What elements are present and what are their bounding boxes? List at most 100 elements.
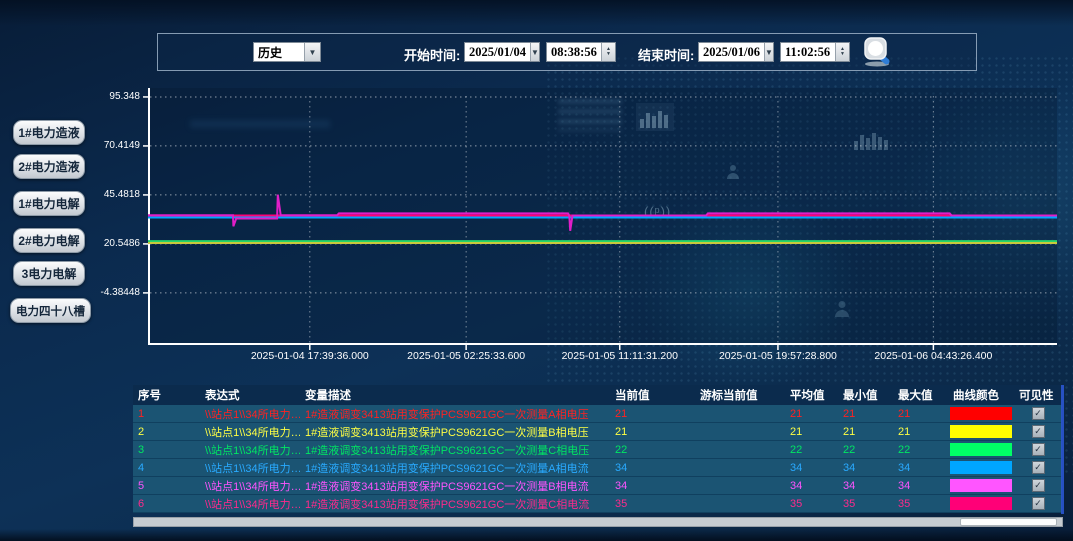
curve-color-swatch[interactable] — [950, 407, 1012, 420]
cell-description: 1#造液调变3413站用变保护PCS9621GC一次测量A相电流 — [300, 459, 610, 477]
top-shade — [0, 0, 1073, 26]
sidebar-button-1-power-liquor[interactable]: 1#电力造液 — [13, 120, 85, 145]
cell-cursor-value — [695, 441, 785, 459]
cell-curve-color — [948, 477, 1014, 495]
cell-visibility: ✓ — [1014, 495, 1062, 513]
series-line — [148, 195, 1057, 231]
bottom-shade — [0, 529, 1073, 541]
cell-avg: 21 — [785, 405, 838, 423]
visibility-checkbox[interactable]: ✓ — [1032, 443, 1045, 456]
cell-avg: 22 — [785, 441, 838, 459]
visibility-checkbox[interactable]: ✓ — [1032, 461, 1045, 474]
sidebar-button-2-power-electrolysis[interactable]: 2#电力电解 — [13, 228, 85, 253]
cell-visibility: ✓ — [1014, 423, 1062, 441]
app-window: ((ᵖ)) 历史 ▼ 开始时间: 2025/01/04 ▼ 08:38:56 ▲… — [0, 0, 1073, 541]
cell-cursor-value — [695, 405, 785, 423]
cell-avg: 21 — [785, 423, 838, 441]
cell-avg: 34 — [785, 459, 838, 477]
cell-index: 2 — [133, 423, 200, 441]
x-tick-label: 2025-01-05 19:57:28.800 — [688, 350, 868, 362]
chevron-down-icon[interactable]: ▼ — [764, 43, 773, 61]
trend-chart — [148, 88, 1057, 345]
column-header: 平均值 — [785, 385, 838, 405]
trend-chart-svg — [148, 88, 1057, 345]
table-row[interactable]: 3\\站点1\\34所电力…1#造液调变3413站用变保护PCS9621GC一次… — [133, 441, 1062, 459]
cell-description: 1#造液调变3413站用变保护PCS9621GC一次测量C相电压 — [300, 441, 610, 459]
cell-expression: \\站点1\\34所电力… — [200, 405, 300, 423]
end-clock-input[interactable]: 11:02:56 ▲▼ — [780, 42, 850, 62]
curve-color-swatch[interactable] — [950, 479, 1012, 492]
column-header: 变量描述 — [300, 385, 610, 405]
chevron-down-icon[interactable]: ▼ — [304, 43, 320, 61]
cell-index: 6 — [133, 495, 200, 513]
visibility-checkbox[interactable]: ✓ — [1032, 407, 1045, 420]
sidebar-button-3-power-electrolysis[interactable]: 3电力电解 — [13, 261, 85, 286]
end-time-label: 结束时间: — [638, 45, 694, 64]
mode-select-value: 历史 — [254, 44, 304, 61]
cell-min: 34 — [838, 477, 893, 495]
cell-expression: \\站点1\\34所电力… — [200, 459, 300, 477]
y-tick-label: 20.5486 — [82, 238, 140, 249]
curve-color-swatch[interactable] — [950, 443, 1012, 456]
sidebar-button-2-power-liquor[interactable]: 2#电力造液 — [13, 154, 85, 179]
cell-expression: \\站点1\\34所电力… — [200, 495, 300, 513]
column-header: 最小值 — [838, 385, 893, 405]
cell-avg: 35 — [785, 495, 838, 513]
horizontal-scrollbar[interactable] — [133, 517, 1063, 527]
start-time-label: 开始时间: — [404, 45, 460, 64]
start-clock-input[interactable]: 08:38:56 ▲▼ — [546, 42, 616, 62]
mode-select[interactable]: 历史 ▼ — [253, 42, 321, 62]
cell-min: 22 — [838, 441, 893, 459]
curve-color-swatch[interactable] — [950, 425, 1012, 438]
table-right-scrollbar[interactable] — [1061, 385, 1064, 514]
cell-index: 5 — [133, 477, 200, 495]
curve-color-swatch[interactable] — [950, 497, 1012, 510]
visibility-checkbox[interactable]: ✓ — [1032, 425, 1045, 438]
cell-index: 1 — [133, 405, 200, 423]
visibility-checkbox[interactable]: ✓ — [1032, 479, 1045, 492]
scrollbar-thumb[interactable] — [960, 518, 1057, 526]
cell-current: 34 — [610, 459, 695, 477]
curve-color-swatch[interactable] — [950, 461, 1012, 474]
cell-description: 1#造液调变3413站用变保护PCS9621GC一次测量C相电流 — [300, 495, 610, 513]
visibility-checkbox[interactable]: ✓ — [1032, 497, 1045, 510]
search-button[interactable] — [856, 35, 904, 69]
cell-min: 34 — [838, 459, 893, 477]
cell-max: 34 — [893, 459, 948, 477]
x-tick-label: 2025-01-06 04:43:26.400 — [843, 350, 1023, 362]
sidebar-button-1-power-electrolysis[interactable]: 1#电力电解 — [13, 191, 85, 216]
cell-current: 22 — [610, 441, 695, 459]
cell-max: 21 — [893, 405, 948, 423]
cell-description: 1#造液调变3413站用变保护PCS9621GC一次测量B相电流 — [300, 477, 610, 495]
cell-min: 21 — [838, 405, 893, 423]
start-date-input[interactable]: 2025/01/04 ▼ — [464, 42, 540, 62]
column-header: 序号 — [133, 385, 200, 405]
cell-cursor-value — [695, 459, 785, 477]
table-row[interactable]: 1\\站点1\\34所电力…1#造液调变3413站用变保护PCS9621GC一次… — [133, 405, 1062, 423]
cell-cursor-value — [695, 423, 785, 441]
cell-expression: \\站点1\\34所电力… — [200, 423, 300, 441]
spinner-icon[interactable]: ▲▼ — [835, 43, 849, 61]
column-header: 曲线颜色 — [948, 385, 1014, 405]
sidebar-button-power-48-cells[interactable]: 电力四十八槽 — [10, 298, 91, 323]
cell-expression: \\站点1\\34所电力… — [200, 477, 300, 495]
table-row[interactable]: 4\\站点1\\34所电力…1#造液调变3413站用变保护PCS9621GC一次… — [133, 459, 1062, 477]
spinner-icon[interactable]: ▲▼ — [601, 43, 615, 61]
cell-curve-color — [948, 459, 1014, 477]
chevron-down-icon[interactable]: ▼ — [530, 43, 539, 61]
cell-description: 1#造液调变3413站用变保护PCS9621GC一次测量B相电压 — [300, 423, 610, 441]
column-header: 当前值 — [610, 385, 695, 405]
cell-avg: 34 — [785, 477, 838, 495]
table-header-row: 序号表达式变量描述当前值游标当前值平均值最小值最大值曲线颜色可见性 — [133, 385, 1062, 405]
y-tick-label: -4.38448 — [82, 287, 140, 298]
table-row[interactable]: 6\\站点1\\34所电力…1#造液调变3413站用变保护PCS9621GC一次… — [133, 495, 1062, 513]
end-date-input[interactable]: 2025/01/06 ▼ — [698, 42, 774, 62]
cell-current: 35 — [610, 495, 695, 513]
cell-visibility: ✓ — [1014, 441, 1062, 459]
table-row[interactable]: 5\\站点1\\34所电力…1#造液调变3413站用变保护PCS9621GC一次… — [133, 477, 1062, 495]
cell-max: 34 — [893, 477, 948, 495]
table-row[interactable]: 2\\站点1\\34所电力…1#造液调变3413站用变保护PCS9621GC一次… — [133, 423, 1062, 441]
cell-visibility: ✓ — [1014, 405, 1062, 423]
x-tick-label: 2025-01-04 17:39:36.000 — [220, 350, 400, 362]
column-header: 游标当前值 — [695, 385, 785, 405]
